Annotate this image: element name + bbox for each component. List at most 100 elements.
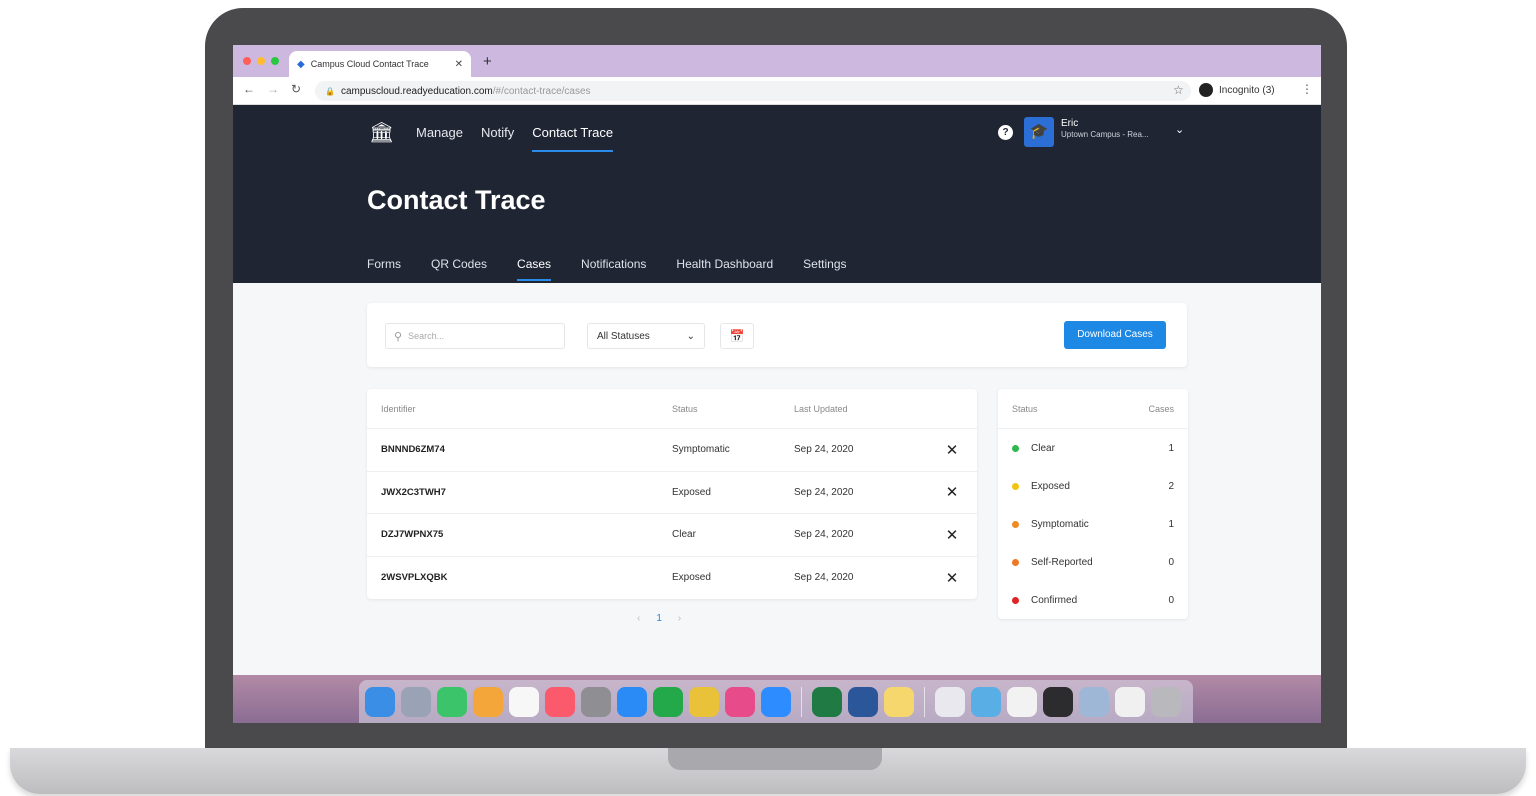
stickies-icon[interactable]: [884, 686, 914, 717]
window-icon[interactable]: [1007, 686, 1037, 717]
nav-manage[interactable]: Manage: [416, 125, 463, 152]
window-icon[interactable]: [1079, 686, 1109, 717]
close-window-button[interactable]: [243, 57, 251, 65]
sub-nav: Forms QR Codes Cases Notifications Healt…: [367, 257, 847, 281]
table-row[interactable]: JWX2C3TWH7 Exposed Sep 24, 2020 ✕: [367, 472, 977, 514]
summary-count: 1: [1168, 442, 1174, 454]
new-tab-button[interactable]: +: [483, 53, 492, 70]
excel-icon[interactable]: [812, 686, 842, 717]
user-campus: Uptown Campus - Rea...: [1061, 130, 1149, 139]
status-summary: Status Cases Clear 1 Exposed 2 Symptomat…: [998, 389, 1188, 619]
status-select[interactable]: All Statuses ⌄: [587, 323, 705, 349]
summary-count: 1: [1168, 518, 1174, 530]
close-icon[interactable]: ✕: [932, 526, 972, 544]
back-icon[interactable]: ←: [243, 82, 255, 96]
summary-count: 0: [1168, 556, 1174, 568]
case-updated: Sep 24, 2020: [794, 529, 854, 541]
browser-menu-icon[interactable]: ⋮: [1301, 82, 1313, 96]
chevron-down-icon[interactable]: ⌄: [1175, 123, 1184, 136]
tab-cases[interactable]: Cases: [517, 257, 552, 281]
summary-header: Status Cases: [998, 389, 1188, 429]
finder-icon[interactable]: [365, 686, 395, 717]
tab-health-dashboard[interactable]: Health Dashboard: [676, 257, 773, 281]
case-updated: Sep 24, 2020: [794, 444, 854, 456]
nav-contact-trace[interactable]: Contact Trace: [532, 125, 614, 152]
column-identifier[interactable]: Identifier: [367, 404, 672, 414]
music-icon[interactable]: [545, 686, 575, 717]
page-title: Contact Trace: [367, 185, 546, 215]
status-dot-icon: [1012, 596, 1019, 604]
pagination: ‹ 1 ›: [637, 613, 681, 624]
launchpad-icon[interactable]: [401, 686, 431, 717]
reload-icon[interactable]: ↻: [291, 82, 301, 96]
window-icon[interactable]: [935, 686, 965, 717]
summary-status-header: Status: [1012, 403, 1038, 414]
calendar-button[interactable]: 📅: [720, 323, 754, 349]
table-row[interactable]: DZJ7WPNX75 Clear Sep 24, 2020 ✕: [367, 514, 977, 557]
close-icon[interactable]: ✕: [932, 441, 972, 459]
search-input[interactable]: ⚲ Search...: [385, 323, 565, 349]
summary-count: 0: [1168, 594, 1174, 606]
status-dot-icon: [1012, 520, 1019, 528]
column-status[interactable]: Status: [672, 404, 794, 414]
help-icon[interactable]: ?: [998, 125, 1013, 140]
tab-close-icon[interactable]: ✕: [455, 59, 463, 70]
word-icon[interactable]: [848, 686, 878, 717]
calendar-icon: 📅: [729, 329, 745, 343]
evernote-icon[interactable]: [653, 686, 683, 717]
school-avatar-icon[interactable]: 🎓: [1024, 117, 1054, 147]
table-row[interactable]: BNNND6ZM74 Symptomatic Sep 24, 2020 ✕: [367, 429, 977, 472]
tab-forms[interactable]: Forms: [367, 257, 401, 281]
window-icon[interactable]: [1043, 686, 1073, 717]
summary-label: Confirmed: [1031, 594, 1078, 606]
user-name: Eric: [1061, 118, 1079, 129]
status-dot-icon: [1012, 482, 1019, 490]
zoom-window-button[interactable]: [271, 57, 279, 65]
minimize-window-button[interactable]: [257, 57, 265, 65]
window-icon[interactable]: [1115, 686, 1145, 717]
column-last-updated[interactable]: Last Updated: [794, 404, 932, 414]
close-icon[interactable]: ✕: [932, 569, 972, 587]
tab-settings[interactable]: Settings: [803, 257, 846, 281]
page-number[interactable]: 1: [656, 613, 662, 624]
search-placeholder: Search...: [408, 331, 445, 341]
system-preferences-icon[interactable]: [581, 686, 611, 717]
case-status: Exposed: [672, 486, 711, 498]
download-cases-button[interactable]: Download Cases: [1064, 321, 1166, 349]
main-content: ⚲ Search... All Statuses ⌄ 📅 Download Ca…: [233, 283, 1321, 675]
chevron-down-icon: ⌄: [686, 330, 695, 342]
tab-qr-codes[interactable]: QR Codes: [431, 257, 487, 281]
summary-row: Confirmed 0: [998, 581, 1188, 619]
user-menu[interactable]: Eric Uptown Campus - Rea...: [1061, 118, 1149, 139]
bookmark-star-icon[interactable]: ☆: [1173, 83, 1184, 97]
filter-card: ⚲ Search... All Statuses ⌄ 📅 Download Ca…: [367, 303, 1187, 367]
close-icon[interactable]: ✕: [932, 483, 972, 501]
chrome-icon[interactable]: [689, 686, 719, 717]
next-page-button[interactable]: ›: [678, 613, 681, 624]
trash-icon[interactable]: [1151, 686, 1181, 717]
prev-page-button[interactable]: ‹: [637, 613, 640, 624]
photos-icon[interactable]: [473, 686, 503, 717]
browser-tab[interactable]: ◆ Campus Cloud Contact Trace ✕: [289, 51, 471, 77]
table-row[interactable]: 2WSVPLXQBK Exposed Sep 24, 2020 ✕: [367, 557, 977, 600]
calendar-icon[interactable]: [509, 686, 539, 717]
summary-count: 2: [1168, 480, 1174, 492]
folder-icon[interactable]: [971, 686, 1001, 717]
zoom-icon[interactable]: [761, 686, 791, 717]
top-nav: Manage Notify Contact Trace: [416, 125, 614, 152]
campus-logo-icon[interactable]: 🏛: [369, 121, 394, 145]
app-store-icon[interactable]: [617, 686, 647, 717]
incognito-label: Incognito (3): [1219, 84, 1275, 96]
lock-icon: 🔒: [325, 86, 335, 96]
forward-icon[interactable]: →: [267, 82, 279, 96]
dock-separator: [924, 686, 925, 717]
summary-label: Clear: [1031, 442, 1055, 454]
incognito-indicator[interactable]: Incognito (3): [1199, 83, 1275, 97]
status-dot-icon: [1012, 558, 1019, 566]
tab-notifications[interactable]: Notifications: [581, 257, 646, 281]
nav-notify[interactable]: Notify: [481, 125, 514, 152]
facetime-icon[interactable]: [437, 686, 467, 717]
slack-icon[interactable]: [725, 686, 755, 717]
case-updated: Sep 24, 2020: [794, 572, 854, 584]
url-input[interactable]: 🔒 campuscloud.readyeducation.com/#/conta…: [315, 81, 1191, 101]
